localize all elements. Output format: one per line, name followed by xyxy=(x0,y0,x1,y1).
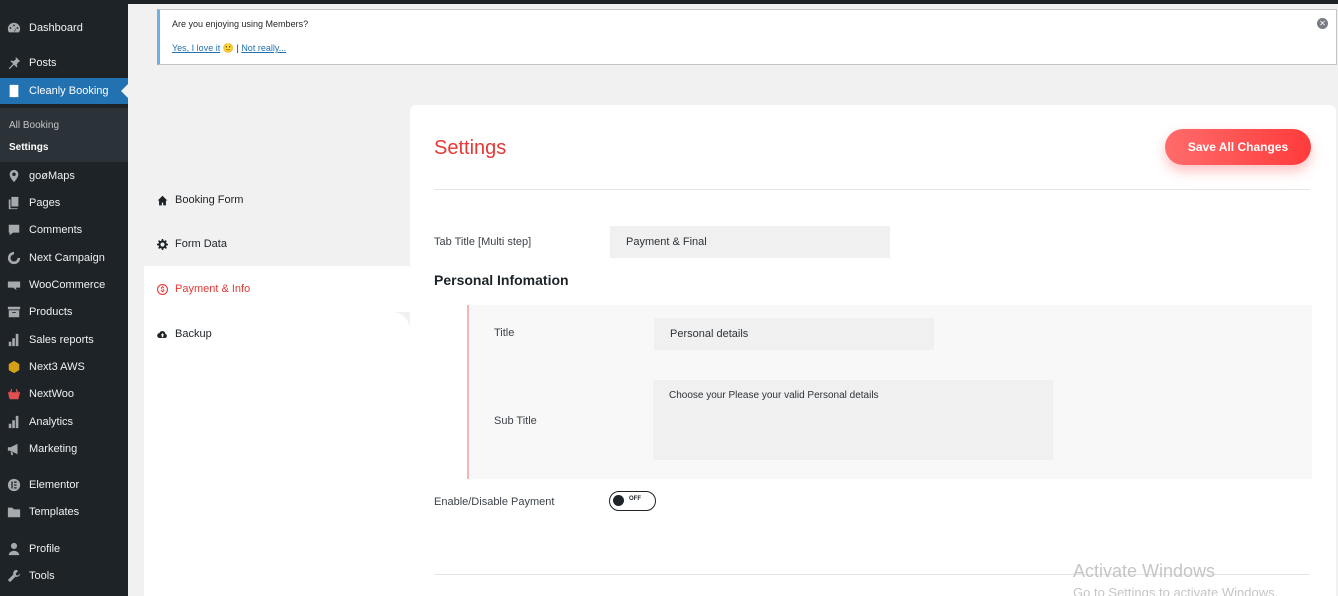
yes-love-it-link[interactable]: Yes, I love it xyxy=(172,43,220,53)
sidebar-item-woocommerce[interactable]: WooCommerce xyxy=(0,273,128,297)
document-icon xyxy=(7,84,21,98)
woo-icon xyxy=(7,278,21,292)
sidebar-item-nextwoo[interactable]: NextWoo xyxy=(0,382,128,406)
not-really-link[interactable]: Not really... xyxy=(241,43,286,53)
elementor-icon xyxy=(7,478,21,492)
sidebar-item-label: Pages xyxy=(29,197,61,209)
personal-info-group: Title Personal details Sub Title Choose … xyxy=(467,305,1312,479)
tab-label: Form Data xyxy=(175,238,227,250)
sidebar-item-profile[interactable]: Profile xyxy=(0,537,128,561)
smile-emoji: 🙂 xyxy=(222,43,234,53)
tab-booking-form[interactable]: Booking Form xyxy=(144,177,410,223)
dollar-icon xyxy=(156,283,168,295)
sidebar-item-analytics[interactable]: Analytics xyxy=(0,410,128,434)
watermark-line1: Activate Windows xyxy=(1073,561,1216,581)
folder-icon xyxy=(7,505,21,519)
close-icon[interactable]: ✕ xyxy=(1317,18,1328,29)
sidebar-item-label: Sales reports xyxy=(29,334,94,346)
notice-separator: | xyxy=(236,43,239,53)
divider xyxy=(434,189,1310,190)
payment-toggle[interactable]: OFF xyxy=(609,491,656,511)
tab-title-input[interactable]: Payment & Final xyxy=(610,226,890,258)
sidebar-item-label: Comments xyxy=(29,224,83,236)
tab-backup[interactable]: Backup xyxy=(144,311,410,357)
sidebar-item-comments[interactable]: Comments xyxy=(0,218,128,242)
members-feedback-notice: Are you enjoying using Members? Yes, I l… xyxy=(157,9,1337,65)
sidebar-item-label: Templates xyxy=(29,506,80,518)
cloud-icon xyxy=(156,328,168,340)
user-icon xyxy=(7,542,21,556)
sidebar-submenu: All Booking Settings xyxy=(0,108,128,162)
sidebar-item-label: Marketing xyxy=(29,443,78,455)
sidebar-item-label: Posts xyxy=(29,57,57,69)
sidebar-item-label: Elementor xyxy=(29,479,80,491)
subtitle-label: Sub Title xyxy=(494,415,537,427)
pin-icon xyxy=(7,56,21,70)
tab-label: Booking Form xyxy=(175,194,244,206)
dashboard-icon xyxy=(7,21,21,35)
megaphone-icon xyxy=(7,442,21,456)
sidebar-item-tools[interactable]: Tools xyxy=(0,564,128,588)
sidebar-item-label: Analytics xyxy=(29,416,74,428)
admin-bar xyxy=(0,0,1338,4)
sidebar-item-label: Tools xyxy=(29,570,55,582)
sidebar-item-label: Profile xyxy=(29,543,61,555)
sidebar-item-label: Products xyxy=(29,306,73,318)
location-pin-icon xyxy=(7,169,21,183)
save-all-changes-button[interactable]: Save All Changes xyxy=(1165,129,1311,165)
sidebar-item-label: WooCommerce xyxy=(29,279,106,291)
sidebar-item-posts[interactable]: Posts xyxy=(0,51,128,75)
personal-information-heading: Personal Infomation xyxy=(434,272,569,288)
sidebar-item-label: NextWoo xyxy=(29,388,75,400)
title-input[interactable]: Personal details xyxy=(654,318,934,350)
basket-icon xyxy=(7,387,21,401)
tab-title-label: Tab Title [Multi step] xyxy=(434,236,532,248)
wrench-icon xyxy=(7,569,21,583)
title-label: Title xyxy=(494,327,515,339)
submenu-item-all-booking[interactable]: All Booking xyxy=(9,120,59,131)
sidebar-item-label: goøMaps xyxy=(29,170,75,182)
sidebar-item-pages[interactable]: Pages xyxy=(0,191,128,215)
toggle-knob xyxy=(613,495,624,506)
sidebar-item-goomaps[interactable]: goøMaps xyxy=(0,164,128,188)
submenu-item-settings[interactable]: Settings xyxy=(9,142,48,153)
admin-sidebar: Dashboard Posts Cleanly Booking All Book… xyxy=(0,4,128,596)
toggle-state-text: OFF xyxy=(629,496,641,502)
aws-icon xyxy=(7,360,21,374)
archive-icon xyxy=(7,305,21,319)
sidebar-item-label: Dashboard xyxy=(29,22,83,34)
settings-tabs: Booking Form Form Data Payment & Info Ba… xyxy=(144,105,410,596)
pages-icon xyxy=(7,196,21,210)
sidebar-item-next3-aws[interactable]: Next3 AWS xyxy=(0,355,128,379)
subtitle-textarea[interactable]: Choose your Please your valid Personal d… xyxy=(653,380,1053,460)
tab-label: Backup xyxy=(175,328,212,340)
bar-chart-icon xyxy=(7,415,21,429)
notice-links: Yes, I love it 🙂 | Not really... xyxy=(172,43,286,54)
settings-panel: Settings Save All Changes Tab Title [Mul… xyxy=(410,105,1336,596)
sidebar-item-elementor[interactable]: Elementor xyxy=(0,473,128,497)
tab-payment-info[interactable]: Payment & Info xyxy=(144,266,410,312)
sidebar-item-products[interactable]: Products xyxy=(0,300,128,324)
sidebar-item-label: Next3 AWS xyxy=(29,361,85,373)
sidebar-item-label: Cleanly Booking xyxy=(29,85,109,97)
sidebar-item-next-campaign[interactable]: Next Campaign xyxy=(0,246,128,270)
sidebar-item-marketing[interactable]: Marketing xyxy=(0,437,128,461)
tab-form-data[interactable]: Form Data xyxy=(144,221,410,267)
tab-label: Payment & Info xyxy=(175,283,251,295)
home-icon xyxy=(156,194,168,206)
comment-icon xyxy=(7,223,21,237)
page-title: Settings xyxy=(434,137,507,159)
sidebar-item-cleanly-booking[interactable]: Cleanly Booking xyxy=(0,78,128,104)
payment-toggle-label: Enable/Disable Payment xyxy=(434,496,555,508)
notice-question: Are you enjoying using Members? xyxy=(172,19,309,29)
sidebar-item-label: Next Campaign xyxy=(29,252,105,264)
gear-icon xyxy=(156,238,168,250)
activate-windows-watermark: Activate Windows Go to Settings to activ… xyxy=(1073,560,1278,596)
watermark-line2: Go to Settings to activate Windows. xyxy=(1073,585,1279,596)
sidebar-item-dashboard[interactable]: Dashboard xyxy=(0,16,128,40)
sidebar-item-sales-reports[interactable]: Sales reports xyxy=(0,328,128,352)
bar-chart-icon xyxy=(7,333,21,347)
campaign-icon xyxy=(7,251,21,265)
sidebar-item-templates[interactable]: Templates xyxy=(0,500,128,524)
